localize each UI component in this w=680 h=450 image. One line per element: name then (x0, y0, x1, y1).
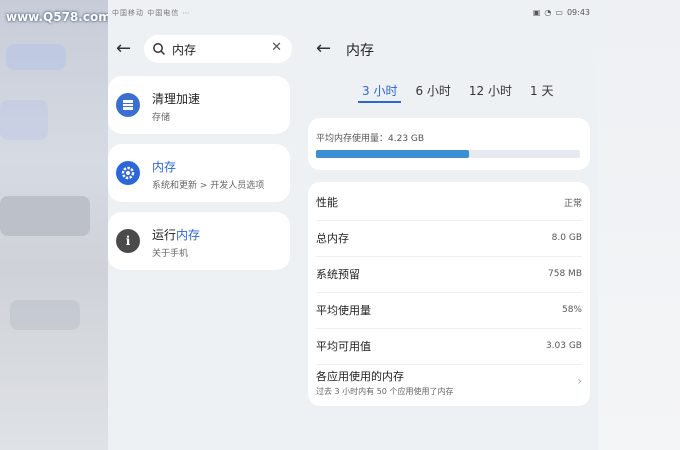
time-range-tabs: 3 小时 6 小时 12 小时 1 天 (358, 82, 557, 103)
battery-icon: ▭ (555, 8, 563, 17)
memory-stats-list: 性能 正常 总内存 8.0 GB 系统预留 758 MB 平均使用量 58% 平… (308, 182, 590, 406)
stat-value: 3.03 GB (545, 341, 582, 351)
result-title: 运行内存 (152, 228, 201, 242)
gear-icon (116, 161, 140, 185)
stat-value: 正常 (563, 198, 582, 209)
app-usage-title: 各应用使用的内存 (316, 370, 404, 383)
status-bar-left: 中国移动 中国电信 ⋯ (112, 9, 191, 17)
tab-12h[interactable]: 12 小时 (465, 82, 516, 103)
blurred-shape (0, 196, 90, 236)
stat-row-performance: 性能 正常 (316, 184, 582, 221)
search-query: 内存 (172, 42, 197, 57)
search-screen: 中国移动 中国电信 ⋯ ← 内存 ✕ 清理加速 存储 内存 系统和更新 > 开发… (108, 0, 300, 450)
search-result-item[interactable]: 清理加速 存储 (108, 76, 290, 134)
stat-row-total: 总内存 8.0 GB (316, 220, 582, 257)
app-memory-usage-entry[interactable]: 各应用使用的内存 过去 3 小时内有 50 个应用使用了内存 › (316, 364, 582, 402)
page-title: 内存 (346, 43, 374, 59)
blurred-shape (0, 100, 48, 140)
status-time: 09:43 (566, 8, 590, 17)
stat-label: 系统预留 (316, 268, 360, 281)
usage-progress-bar (316, 150, 580, 158)
nfc-icon: ▣ (532, 8, 541, 17)
average-usage-card: 平均内存使用量：4.23 GB (308, 118, 590, 170)
search-input[interactable]: 内存 ✕ (144, 35, 292, 63)
memory-screen: ▣ ◔ ▭ 09:43 ← 内存 3 小时 6 小时 12 小时 1 天 平均内… (300, 0, 598, 450)
usage-label: 平均内存使用量：4.23 GB (316, 134, 425, 144)
stat-row-reserved: 系统预留 758 MB (316, 256, 582, 293)
result-subtitle: 系统和更新 > 开发人员选项 (152, 181, 265, 191)
stat-row-average-available: 平均可用值 3.03 GB (316, 328, 582, 365)
blurred-shape (10, 300, 80, 330)
chevron-right-icon: › (577, 374, 582, 388)
app-usage-subtitle: 过去 3 小时内有 50 个应用使用了内存 (316, 387, 454, 396)
result-subtitle: 存储 (152, 113, 171, 123)
blurred-background-left (0, 0, 108, 450)
stat-value: 758 MB (548, 269, 582, 279)
storage-icon (116, 93, 140, 117)
tab-6h[interactable]: 6 小时 (411, 82, 454, 103)
stat-label: 平均可用值 (316, 340, 371, 353)
usage-progress-fill (316, 150, 470, 158)
info-icon: i (116, 229, 140, 253)
stat-label: 总内存 (316, 232, 349, 245)
clear-icon[interactable]: ✕ (271, 40, 282, 55)
stat-label: 平均使用量 (316, 304, 371, 317)
status-bar-right: ▣ ◔ ▭ 09:43 (533, 8, 590, 17)
blurred-background-right (598, 0, 680, 450)
search-result-item[interactable]: i 运行内存 关于手机 (108, 212, 290, 270)
watermark-text: www.Q578.com (6, 10, 111, 24)
back-arrow-icon[interactable]: ← (116, 40, 131, 58)
stat-label: 性能 (316, 196, 338, 209)
result-title: 内存 (152, 160, 177, 174)
stat-row-average-usage: 平均使用量 58% (316, 292, 582, 329)
tab-3h[interactable]: 3 小时 (358, 82, 402, 103)
stat-value: 8.0 GB (551, 233, 582, 243)
search-result-item[interactable]: 内存 系统和更新 > 开发人员选项 (108, 144, 290, 202)
result-title: 清理加速 (152, 92, 201, 106)
stat-value: 58% (561, 305, 582, 315)
wifi-icon: ◔ (544, 8, 552, 17)
blurred-shape (6, 44, 66, 70)
result-subtitle: 关于手机 (152, 249, 189, 259)
search-icon (153, 43, 166, 56)
tab-1d[interactable]: 1 天 (526, 82, 557, 103)
back-arrow-icon[interactable]: ← (316, 40, 331, 58)
